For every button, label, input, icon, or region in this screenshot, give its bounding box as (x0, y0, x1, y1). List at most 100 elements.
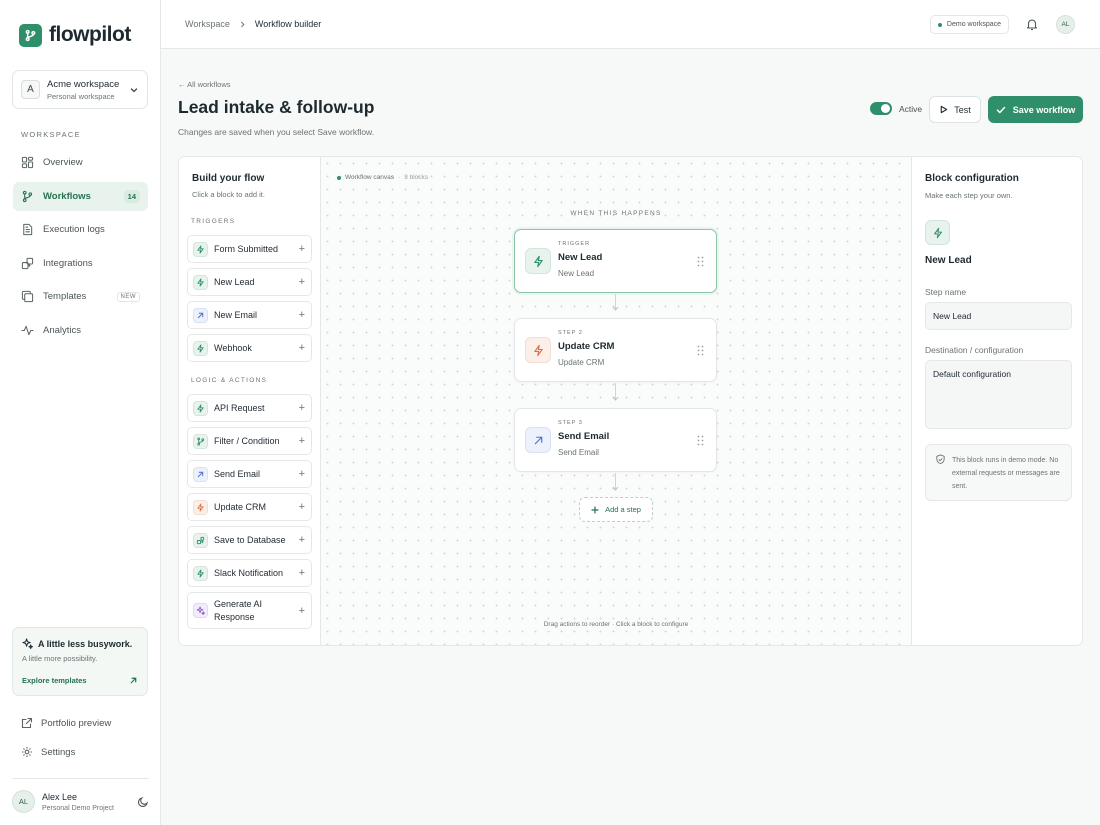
sidebar-item-integrations[interactable]: Integrations (13, 249, 148, 278)
arrow-up-right-icon (193, 307, 208, 323)
sidebar: flowpilot A Acme workspace Personal work… (0, 0, 161, 825)
bolt-icon (925, 220, 950, 245)
settings-link[interactable]: Settings (21, 746, 75, 758)
page-subtitle: Changes are saved when you select Save w… (178, 127, 375, 137)
canvas-label: Workflow canvas (345, 174, 395, 181)
bell-icon[interactable] (1025, 17, 1039, 31)
add-step-button[interactable]: Add a step (579, 497, 653, 522)
step-name-input[interactable]: New Lead (925, 302, 1072, 330)
destination-label: Destination / configuration (925, 345, 1024, 355)
toggle-switch[interactable] (870, 102, 892, 115)
sparkle-icon (22, 638, 33, 649)
palette-item-new-lead[interactable]: New Lead + (187, 268, 312, 296)
workflow-step-3[interactable]: STEP 3 Send Email Send Email (514, 408, 717, 472)
moon-icon[interactable] (137, 796, 149, 808)
plus-icon: + (298, 309, 305, 321)
sidebar-item-analytics[interactable]: Analytics (13, 316, 148, 345)
palette-item-save-to-database[interactable]: Save to Database + (187, 526, 312, 554)
palette-item-slack-notification[interactable]: Slack Notification + (187, 559, 312, 587)
workspace-sub: Personal workspace (47, 91, 115, 101)
arrow-down-icon (612, 396, 619, 401)
top-avatar[interactable]: AL (1056, 15, 1075, 34)
palette-item-send-email[interactable]: Send Email + (187, 460, 312, 488)
sidebar-item-execution-logs[interactable]: Execution logs (13, 215, 148, 244)
sidebar-item-overview[interactable]: Overview (13, 148, 148, 177)
save-workflow-label: Save workflow (1012, 104, 1076, 115)
sidebar-item-label: Integrations (43, 257, 93, 269)
add-step-label: Add a step (605, 505, 641, 514)
drag-handle-icon[interactable] (697, 435, 704, 446)
brand-logo[interactable]: flowpilot (19, 23, 131, 47)
bolt-icon (525, 337, 551, 363)
workflow-step-2[interactable]: STEP 2 Update CRM Update CRM (514, 318, 717, 382)
step-title: Send Email (558, 431, 610, 442)
drag-handle-icon[interactable] (697, 345, 704, 356)
new-badge: NEW (116, 291, 140, 302)
play-icon (940, 105, 948, 114)
plus-icon (591, 505, 599, 514)
bolt-icon (193, 340, 208, 356)
breadcrumb: Workspace Workflow builder (185, 19, 321, 29)
step-title: New Lead (558, 252, 603, 263)
portfolio-preview-link[interactable]: Portfolio preview (21, 717, 111, 729)
bolt-icon (193, 565, 208, 581)
workspace-switcher[interactable]: A Acme workspace Personal workspace (12, 70, 148, 109)
copy-icon (21, 290, 34, 303)
back-to-workflows-link[interactable]: ← All workflows (178, 80, 231, 89)
user-name: Alex Lee (42, 791, 78, 802)
palette-item-api-request[interactable]: API Request + (187, 394, 312, 422)
arrow-down-icon (612, 486, 619, 491)
workflow-canvas[interactable]: Workflow canvas · 3 blocks WHEN THIS HAP… (321, 157, 911, 645)
workspace-name: Acme workspace (47, 78, 120, 90)
sidebar-item-label: Overview (43, 157, 83, 168)
save-workflow-button[interactable]: Save workflow (988, 96, 1083, 123)
plus-icon: + (298, 276, 305, 288)
sidebar-item-workflows[interactable]: Workflows 14 (13, 181, 148, 211)
plus-icon: + (298, 435, 305, 447)
explore-templates-link[interactable]: Explore templates (22, 676, 87, 685)
palette-item-update-crm[interactable]: Update CRM + (187, 493, 312, 521)
sidebar-item-label: Templates (43, 291, 87, 302)
config-subtitle: Make each step your own. (925, 191, 1013, 200)
status-dot (937, 22, 942, 27)
breadcrumb-workspace[interactable]: Workspace (185, 19, 230, 29)
pulse-icon (21, 325, 34, 335)
chevron-right-icon (240, 21, 245, 27)
palette-item-generate-ai-response[interactable]: Generate AI Response + (187, 592, 312, 629)
palette-item-label: New Email (214, 309, 258, 320)
palette-subtitle: Click a block to add it. (192, 190, 265, 199)
step-kicker: TRIGGER (558, 241, 591, 247)
bolt-icon (525, 248, 551, 274)
active-toggle[interactable]: Active (870, 102, 922, 115)
arrow-up-right-icon[interactable] (129, 676, 138, 685)
user-project: Personal Demo Project (42, 804, 114, 812)
sidebar-item-label: Analytics (43, 324, 82, 336)
logic-actions-label: LOGIC & ACTIONS (191, 377, 268, 384)
sidebar-item-templates[interactable]: Templates NEW (13, 282, 148, 311)
step-subtitle: New Lead (558, 269, 595, 278)
top-bar: Workspace Workflow builder Demo workspac… (161, 0, 1100, 49)
demo-workspace-label: Demo workspace (946, 21, 1001, 28)
arrow-down-icon (612, 306, 619, 311)
triggers-label: TRIGGERS (191, 218, 236, 225)
step-title: Update CRM (558, 341, 615, 352)
avatar: AL (12, 790, 35, 813)
workflow-step-trigger[interactable]: TRIGGER New Lead New Lead (514, 229, 717, 293)
palette-item-label: Slack Notification (214, 567, 284, 578)
palette-item-webhook[interactable]: Webhook + (187, 334, 312, 362)
palette-item-label: Save to Database (214, 534, 286, 545)
drag-handle-icon[interactable] (697, 256, 704, 267)
status-dot (337, 175, 341, 180)
test-label: Test (954, 104, 971, 115)
test-button[interactable]: Test (929, 96, 981, 123)
bolt-icon (193, 400, 208, 416)
palette-item-filter-condition[interactable]: Filter / Condition + (187, 427, 312, 455)
puzzle-icon (21, 257, 34, 269)
destination-textarea[interactable]: Default configuration (925, 360, 1072, 429)
palette-item-form-submitted[interactable]: Form Submitted + (187, 235, 312, 263)
step-kicker: STEP 2 (558, 330, 583, 336)
sidebar-item-label: Execution logs (43, 224, 105, 235)
block-configuration-panel: Block configuration Make each step your … (911, 157, 1082, 645)
palette-item-new-email[interactable]: New Email + (187, 301, 312, 329)
user-profile[interactable]: AL Alex Lee Personal Demo Project (12, 790, 149, 813)
